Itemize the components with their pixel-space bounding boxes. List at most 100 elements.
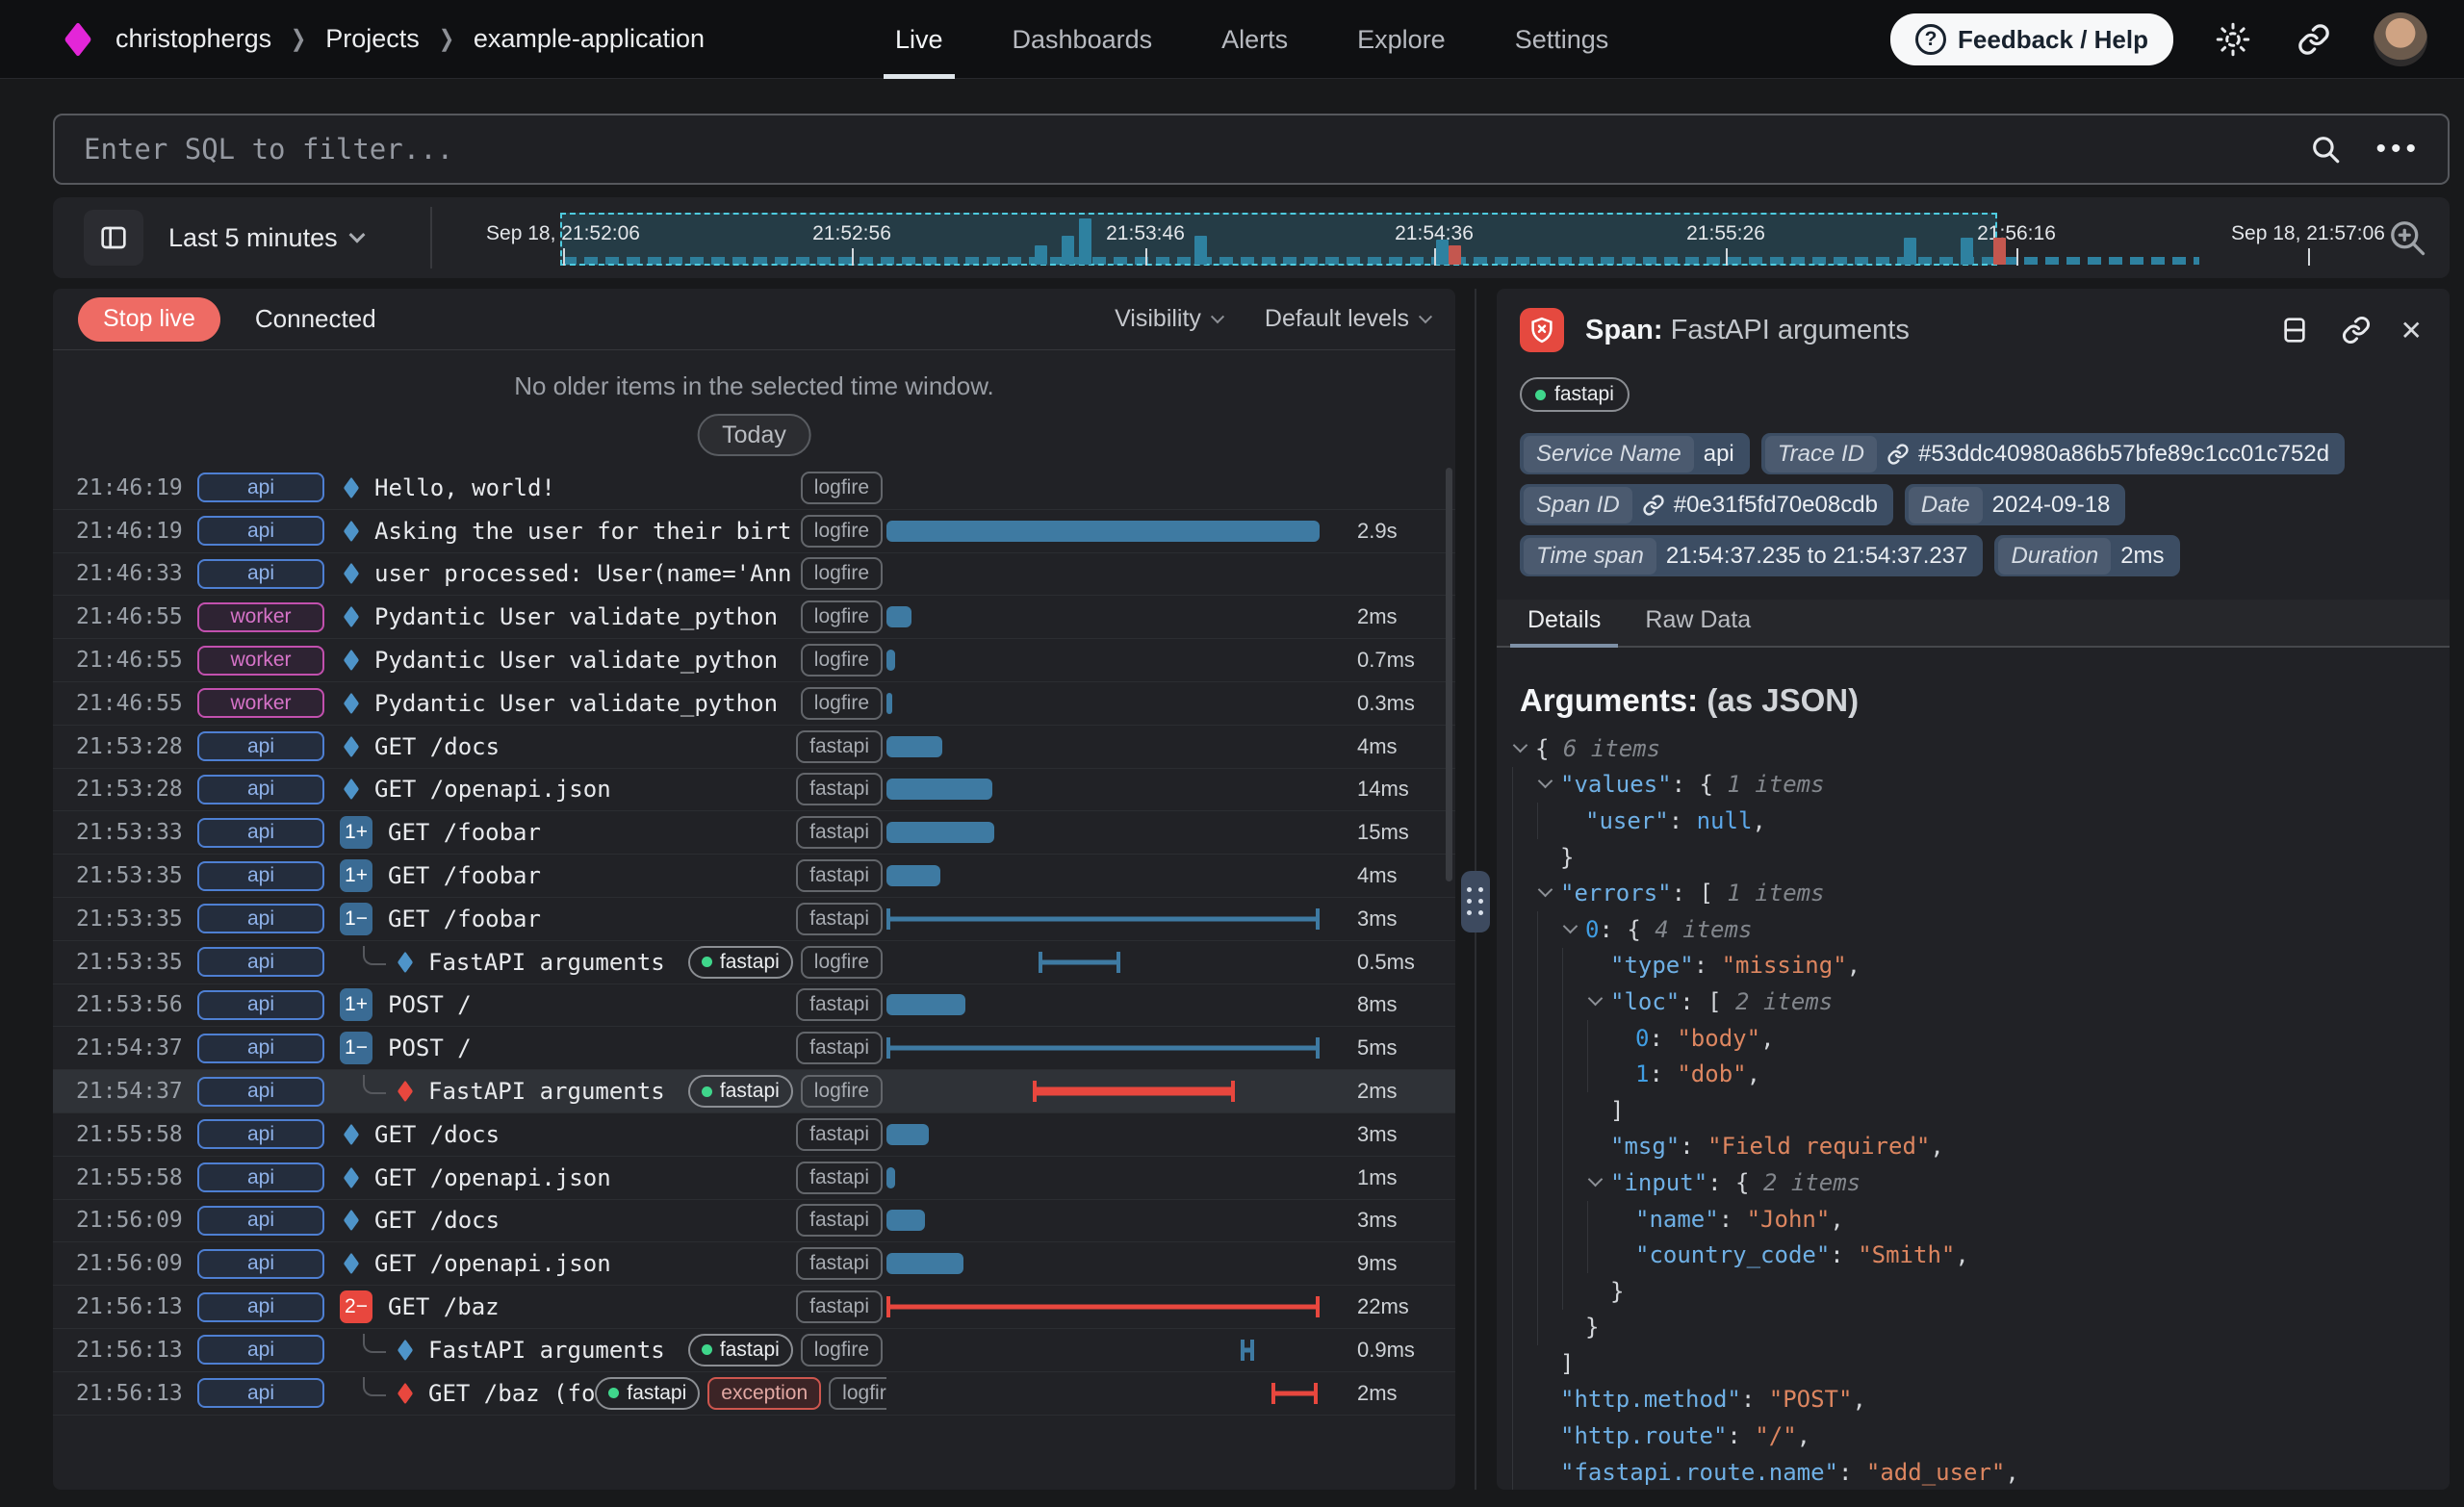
share-link-icon[interactable] <box>2293 18 2335 61</box>
table-row[interactable]: 21:46:55workerPydantic User validate_pyt… <box>53 639 1455 682</box>
table-row[interactable]: 21:53:35apiFastAPI argumentsfastapilogfi… <box>53 941 1455 984</box>
nav-item-dashboards[interactable]: Dashboards <box>1013 0 1153 79</box>
table-row[interactable]: 21:46:19apiAsking the user for their bir… <box>53 510 1455 553</box>
tag-fastapi[interactable]: fastapi <box>796 1118 883 1151</box>
visibility-dropdown[interactable]: Visibility <box>1115 305 1222 333</box>
search-icon[interactable] <box>2304 128 2347 170</box>
tag-fastapi[interactable]: fastapi <box>796 1204 883 1237</box>
zoom-in-icon[interactable] <box>2386 217 2428 264</box>
table-row[interactable]: 21:53:33api1+GET /foobarfastapi15ms <box>53 811 1455 855</box>
json-guide <box>1562 1273 1587 1310</box>
table-row[interactable]: 21:55:58apiGET /docsfastapi3ms <box>53 1113 1455 1157</box>
tag-fastapi[interactable]: fastapi <box>796 903 883 935</box>
table-row[interactable]: 21:53:56api1+POST /fastapi8ms <box>53 984 1455 1028</box>
tag-logfire[interactable]: logfire <box>801 600 883 633</box>
tag-fastapi[interactable]: fastapi <box>796 730 883 763</box>
child-count-badge[interactable]: 1+ <box>340 816 372 849</box>
table-row[interactable]: 21:46:55workerPydantic User validate_pyt… <box>53 682 1455 726</box>
scrollbar-thumb[interactable] <box>1446 468 1452 881</box>
sql-filter-input[interactable] <box>55 133 2304 166</box>
table-row[interactable]: 21:54:37apiFastAPI argumentsfastapilogfi… <box>53 1070 1455 1113</box>
row-duration-label: 8ms <box>1342 992 1455 1017</box>
tag-logfire[interactable]: logfire <box>801 515 883 548</box>
more-options-icon[interactable]: ••• <box>2375 133 2421 166</box>
tag-logfire[interactable]: logfire <box>801 946 883 979</box>
tag-logfire[interactable]: logfire <box>801 687 883 720</box>
feedback-help-button[interactable]: ? Feedback / Help <box>1890 13 2173 65</box>
tag-fastapi[interactable]: fastapi <box>796 859 883 892</box>
stop-live-button[interactable]: Stop live <box>78 297 220 342</box>
panel-resize-handle[interactable] <box>1461 871 1490 932</box>
tag-fastapi[interactable]: fastapi <box>688 1334 793 1367</box>
table-row[interactable]: 21:56:09apiGET /openapi.jsonfastapi9ms <box>53 1242 1455 1286</box>
table-row[interactable]: 21:46:33apiuser processed: User(name='An… <box>53 553 1455 597</box>
table-row[interactable]: 21:53:35api1+GET /foobarfastapi4ms <box>53 855 1455 898</box>
logfire-logo-icon[interactable] <box>64 21 92 57</box>
tag-fastapi[interactable]: fastapi <box>595 1377 700 1410</box>
table-row[interactable]: 21:56:13apiFastAPI argumentsfastapilogfi… <box>53 1329 1455 1372</box>
json-line: "http.route": "/", <box>1512 1418 2450 1454</box>
tab-details[interactable]: Details <box>1510 606 1618 646</box>
service-tag-pill[interactable]: fastapi <box>1520 377 1630 412</box>
breadcrumb-item[interactable]: Projects <box>325 24 420 54</box>
nav-item-settings[interactable]: Settings <box>1515 0 1609 79</box>
tag-fastapi[interactable]: fastapi <box>796 816 883 849</box>
breadcrumb-item[interactable]: christophergs <box>116 24 271 54</box>
tag-fastapi[interactable]: fastapi <box>796 988 883 1021</box>
tag-fastapi[interactable]: fastapi <box>796 1162 883 1194</box>
default-levels-dropdown[interactable]: Default levels <box>1265 305 1430 333</box>
table-row[interactable]: 21:53:28apiGET /openapi.jsonfastapi14ms <box>53 769 1455 812</box>
table-row[interactable]: 21:53:28apiGET /docsfastapi4ms <box>53 726 1455 769</box>
today-button[interactable]: Today <box>697 414 811 456</box>
panel-layout-icon[interactable] <box>2277 313 2312 347</box>
tag-logfire[interactable]: logfire <box>801 644 883 677</box>
row-timestamp: 21:56:09 <box>76 1208 197 1233</box>
table-row[interactable]: 21:56:13api2−GET /bazfastapi22ms <box>53 1286 1455 1329</box>
row-main: Asking the user for their birtlogfire <box>340 515 886 548</box>
tag-fastapi[interactable]: fastapi <box>796 1032 883 1064</box>
sidebar-toggle-button[interactable] <box>84 210 143 266</box>
tag-fastapi[interactable]: fastapi <box>688 946 793 979</box>
copy-link-icon[interactable] <box>2339 313 2374 347</box>
timeline-selection[interactable] <box>560 213 1997 266</box>
child-count-badge[interactable]: 2− <box>340 1290 372 1323</box>
tag-exception[interactable]: exception <box>707 1377 821 1410</box>
nav-item-alerts[interactable]: Alerts <box>1221 0 1288 79</box>
breadcrumb-item[interactable]: example-application <box>474 24 705 54</box>
nav-item-explore[interactable]: Explore <box>1357 0 1446 79</box>
close-icon[interactable]: ✕ <box>2400 315 2423 346</box>
tag-fastapi[interactable]: fastapi <box>688 1075 793 1108</box>
timeline-histogram[interactable]: Sep 18, 21:52:0621:52:5621:53:4621:54:36… <box>486 197 2430 278</box>
json-guide <box>1562 1020 1587 1057</box>
tag-logfire[interactable]: logfire <box>801 472 883 504</box>
nav-item-live[interactable]: Live <box>895 0 943 79</box>
theme-toggle-icon[interactable] <box>2212 18 2254 61</box>
tag-logfire[interactable]: logfire <box>801 557 883 590</box>
meta-badge-time-span: Time span21:54:37.235 to 21:54:37.237 <box>1520 535 1983 576</box>
table-row[interactable]: 21:46:55workerPydantic User validate_pyt… <box>53 596 1455 639</box>
tag-fastapi[interactable]: fastapi <box>796 773 883 805</box>
table-row[interactable]: 21:53:35api1−GET /foobarfastapi3ms <box>53 898 1455 941</box>
child-count-badge[interactable]: 1− <box>340 903 372 935</box>
table-row[interactable]: 21:54:37api1−POST /fastapi5ms <box>53 1027 1455 1070</box>
child-count-badge[interactable]: 1+ <box>340 988 372 1021</box>
child-count-badge[interactable]: 1− <box>340 1032 372 1064</box>
row-tags: fastapi <box>796 1118 886 1151</box>
table-row[interactable]: 21:55:58apiGET /openapi.jsonfastapi1ms <box>53 1157 1455 1200</box>
table-row[interactable]: 21:46:19apiHello, world!logfire <box>53 467 1455 510</box>
meta-value[interactable]: #53ddc40980a86b57bfe89c1cc01c752d <box>1881 441 2345 468</box>
tag-logfire[interactable]: logfire <box>801 1334 883 1367</box>
table-row[interactable]: 21:56:13apiGET /baz (fofastapiexceptionl… <box>53 1372 1455 1416</box>
empty-state: No older items in the selected time wind… <box>53 350 1455 467</box>
tag-logfire[interactable]: logfire <box>801 1075 883 1108</box>
meta-value[interactable]: #0e31f5fd70e08cdb <box>1636 492 1893 519</box>
tab-raw-data[interactable]: Raw Data <box>1628 606 1768 646</box>
tag-logfire[interactable]: logfire <box>829 1377 886 1410</box>
tag-fastapi[interactable]: fastapi <box>796 1290 883 1323</box>
time-range-dropdown[interactable]: Last 5 minutes <box>168 197 363 278</box>
avatar[interactable] <box>2374 13 2427 66</box>
row-timestamp: 21:55:58 <box>76 1122 197 1147</box>
child-count-badge[interactable]: 1+ <box>340 859 372 892</box>
table-row[interactable]: 21:56:09apiGET /docsfastapi3ms <box>53 1200 1455 1243</box>
tag-fastapi[interactable]: fastapi <box>796 1247 883 1280</box>
